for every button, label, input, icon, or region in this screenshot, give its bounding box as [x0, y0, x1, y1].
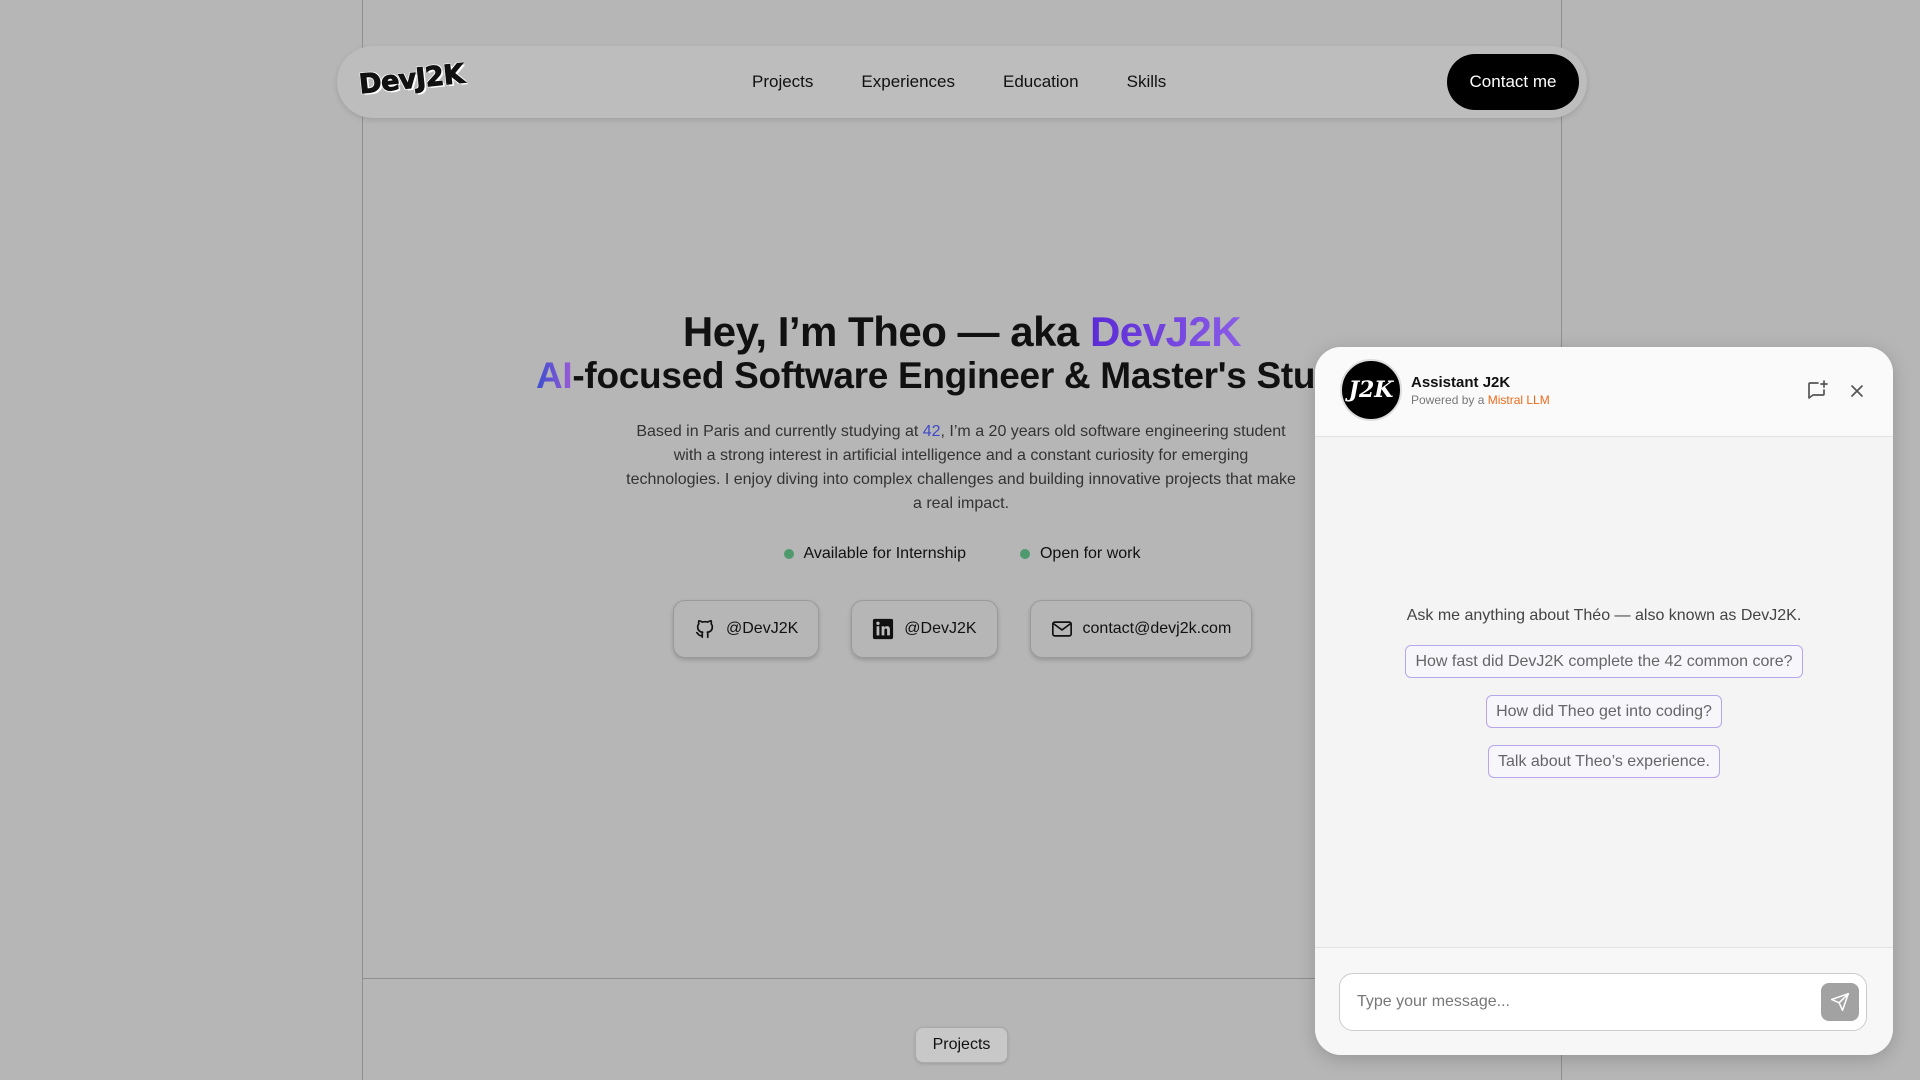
chat-title: Assistant J2K: [1411, 374, 1511, 391]
chat-panel: J2K Assistant J2K Powered by a Mistral L…: [1315, 347, 1893, 1055]
linkedin-handle: @DevJ2K: [904, 620, 977, 637]
hero-title-prefix: Hey, I’m Theo — aka: [682, 308, 1090, 355]
send-icon: [1830, 992, 1850, 1012]
chat-message-input[interactable]: [1339, 973, 1867, 1031]
status-internship: Available for Internship: [783, 545, 966, 563]
navbar: DevJ2K Projects Experiences Education Sk…: [337, 46, 1587, 118]
hero-subtitle-ai: AI: [536, 355, 573, 396]
hero-title-accent: DevJ2K: [1089, 308, 1242, 355]
chat-intro: Ask me anything about Théo — also known …: [1406, 607, 1802, 624]
github-button[interactable]: @DevJ2K: [673, 600, 820, 658]
status-dot-icon: [783, 549, 794, 559]
mail-icon: [1051, 621, 1072, 637]
email-button[interactable]: contact@devj2k.com: [1029, 600, 1253, 658]
mistral-link[interactable]: Mistral LLM: [1488, 393, 1550, 407]
status-work: Open for work: [1019, 545, 1141, 563]
nav-link-education[interactable]: Education: [1003, 72, 1079, 92]
suggestion-chip[interactable]: Talk about Theo’s experience.: [1488, 745, 1720, 778]
close-icon[interactable]: [1848, 382, 1866, 400]
site-logo[interactable]: DevJ2K: [357, 58, 466, 101]
status-label: Available for Internship: [803, 545, 966, 562]
hero-subtitle-rest: -focused Software Engineer & Master's St…: [572, 355, 1393, 396]
chat-footer: [1315, 947, 1893, 1055]
linkedin-button[interactable]: @DevJ2K: [851, 600, 998, 658]
nav-link-projects[interactable]: Projects: [752, 72, 813, 92]
send-button[interactable]: [1821, 983, 1859, 1021]
new-chat-icon[interactable]: [1805, 379, 1829, 403]
email-address: contact@devj2k.com: [1082, 620, 1232, 637]
hero-description: Based in Paris and currently studying at…: [626, 420, 1296, 516]
suggestion-chip[interactable]: How did Theo get into coding?: [1486, 695, 1722, 728]
status-dot-icon: [1019, 549, 1030, 559]
suggestion-chip[interactable]: How fast did DevJ2K complete the 42 comm…: [1405, 645, 1803, 678]
status-label: Open for work: [1039, 545, 1141, 562]
github-handle: @DevJ2K: [726, 620, 799, 637]
powered-prefix: Powered by a: [1411, 393, 1488, 407]
nav-link-skills[interactable]: Skills: [1127, 72, 1167, 92]
chat-powered-by: Powered by a Mistral LLM: [1411, 393, 1550, 407]
section-chip-projects: Projects: [915, 1027, 1008, 1063]
school-link[interactable]: 42: [923, 423, 941, 440]
nav-link-experiences[interactable]: Experiences: [861, 72, 955, 92]
assistant-avatar: J2K: [1340, 359, 1402, 421]
hero-desc-before: Based in Paris and currently studying at: [636, 423, 923, 440]
linkedin-icon: [873, 618, 894, 640]
social-links: @DevJ2K @DevJ2K contact@devj2k.com: [673, 600, 1253, 658]
nav-links: Projects Experiences Education Skills: [752, 46, 1214, 118]
hero-subtitle: AI-focused Software Engineer & Master's …: [536, 355, 1392, 397]
contact-button[interactable]: Contact me: [1447, 54, 1579, 110]
chat-header: J2K Assistant J2K Powered by a Mistral L…: [1315, 347, 1893, 437]
suggestion-list: How fast did DevJ2K complete the 42 comm…: [1315, 645, 1893, 778]
github-icon: [695, 619, 714, 639]
